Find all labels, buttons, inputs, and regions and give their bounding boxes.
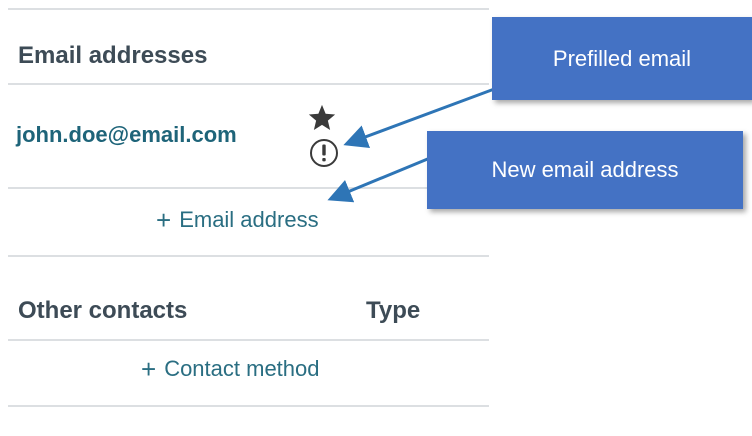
star-icon[interactable] — [307, 103, 337, 133]
add-contact-label: Contact method — [164, 356, 320, 381]
plus-icon: + — [156, 205, 172, 235]
divider-top — [8, 8, 489, 10]
callout-prefilled-email: Prefilled email — [492, 17, 752, 100]
divider-email-header — [8, 83, 489, 85]
callout-new-email-address: New email address — [427, 131, 743, 209]
plus-icon: + — [141, 354, 157, 384]
email-section-title: Email addresses — [18, 42, 208, 69]
contacts-section-title: Other contacts — [18, 297, 188, 324]
alert-circle-icon[interactable] — [308, 137, 340, 169]
primary-email-link[interactable]: john.doe@email.com — [16, 122, 237, 148]
add-email-button[interactable]: + Email address — [156, 207, 319, 233]
add-contact-method-button[interactable]: + Contact method — [141, 356, 320, 382]
contact-panel: Email addresses john.doe@email.com + Ema… — [0, 0, 752, 436]
divider-email-section-end — [8, 255, 489, 257]
divider-contacts-header — [8, 339, 489, 341]
type-column-header: Type — [366, 297, 421, 324]
divider-email-row — [8, 187, 489, 189]
add-email-label: Email address — [179, 207, 319, 232]
arrow-new-email — [327, 156, 431, 203]
divider-bottom — [8, 405, 489, 407]
